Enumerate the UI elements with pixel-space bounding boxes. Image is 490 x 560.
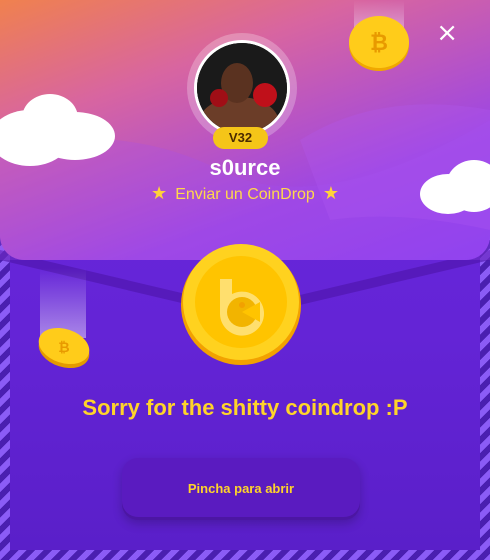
coindrop-dialog: ₿ ₿ × V32 s0urce ★ Enviar un CoinDrop ★ <box>0 0 490 560</box>
sender-username: s0urce <box>209 155 281 180</box>
svg-text:₿: ₿ <box>58 340 69 356</box>
avatar-image <box>197 43 287 133</box>
svg-text:₿: ₿ <box>370 31 388 56</box>
star-icon: ★ <box>322 183 339 203</box>
star-icon: ★ <box>151 183 168 203</box>
close-icon[interactable]: × <box>436 20 458 46</box>
coin-logo-icon <box>181 244 301 365</box>
subtitle: ★ Enviar un CoinDrop ★ <box>0 183 490 204</box>
avatar[interactable] <box>194 40 290 136</box>
level-badge: V32 <box>213 127 268 149</box>
subtitle-text: Enviar un CoinDrop <box>175 186 315 203</box>
coindrop-message: Sorry for the shitty coindrop :P <box>82 395 408 420</box>
bitcoin-coin-icon: ₿ <box>38 268 90 369</box>
bitcoin-coin-icon: ₿ <box>349 0 409 71</box>
open-coindrop-button[interactable]: Pincha para abrir <box>122 458 360 520</box>
